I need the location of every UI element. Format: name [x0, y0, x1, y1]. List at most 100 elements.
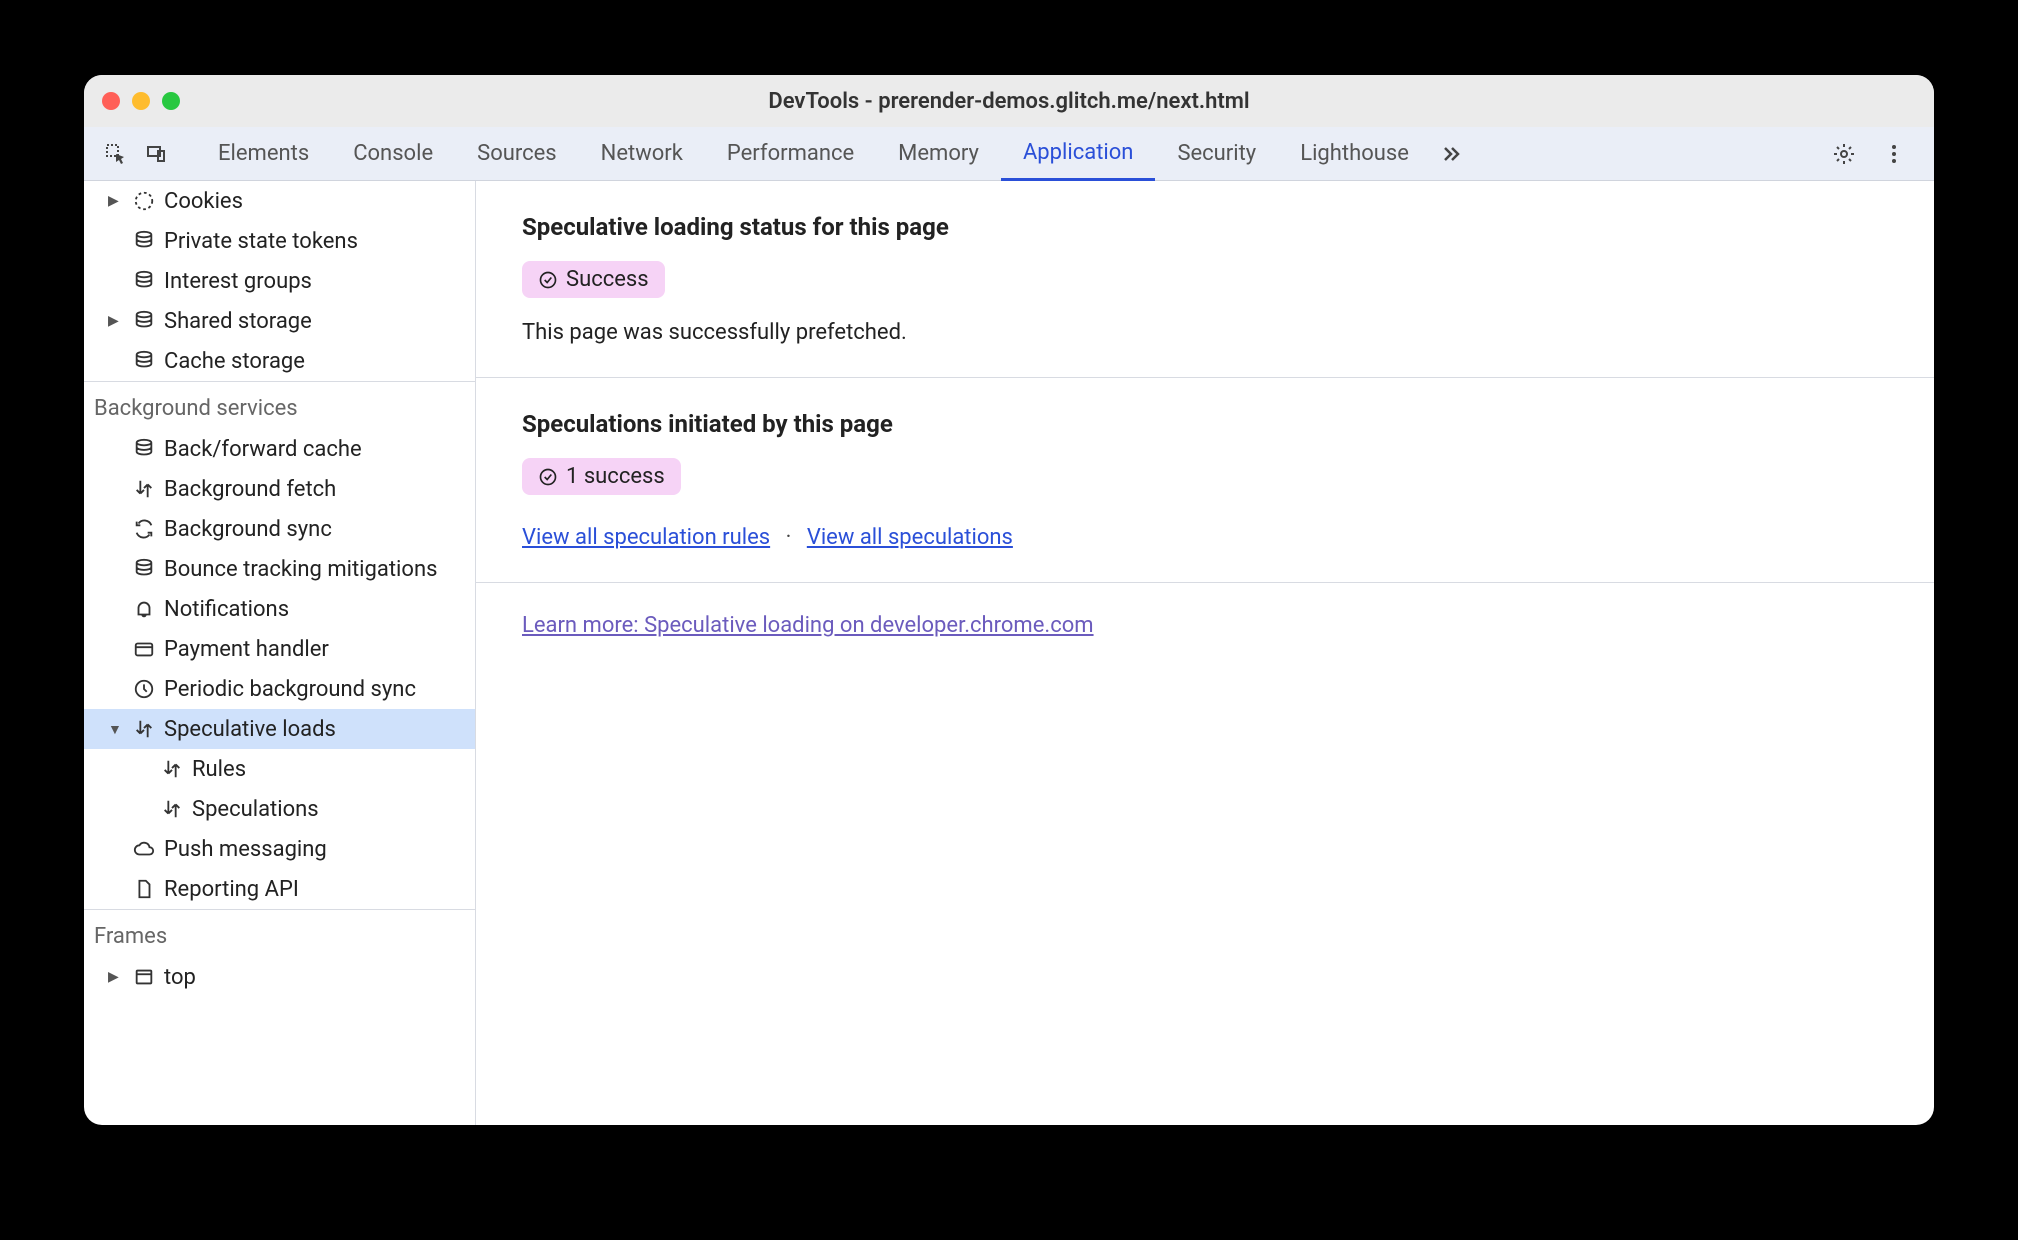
arrows-icon: [160, 797, 184, 821]
window-title: DevTools - prerender-demos.glitch.me/nex…: [84, 89, 1934, 114]
learn-more-panel: Learn more: Speculative loading on devel…: [476, 583, 1934, 668]
status-badge-text: Success: [566, 267, 649, 292]
sidebar-item-push-messaging[interactable]: Push messaging: [84, 829, 475, 869]
settings-button[interactable]: [1824, 134, 1864, 174]
sidebar-item-label: Reporting API: [164, 877, 299, 902]
tab-application[interactable]: Application: [1001, 127, 1155, 181]
view-speculations-link[interactable]: View all speculations: [807, 525, 1013, 550]
db-icon: [132, 309, 156, 333]
arrows-icon: [160, 757, 184, 781]
tab-performance[interactable]: Performance: [705, 127, 876, 181]
tabs-overflow-button[interactable]: [1431, 134, 1471, 174]
bg-services-section-label: Background services: [84, 382, 475, 429]
sidebar-item-label: Shared storage: [164, 309, 312, 334]
chevron-right-icon[interactable]: ▶: [108, 313, 124, 329]
status-panel: Speculative loading status for this page…: [476, 181, 1934, 378]
sidebar-item-interest-groups[interactable]: Interest groups: [84, 261, 475, 301]
status-description: This page was successfully prefetched.: [522, 320, 1888, 345]
clock-icon: [132, 677, 156, 701]
device-toolbar-button[interactable]: [136, 134, 176, 174]
sidebar-item-bounce-tracking-mitigations[interactable]: Bounce tracking mitigations: [84, 549, 475, 589]
application-sidebar: ▶ Cookies Private state tokens Interest gro…: [84, 181, 476, 1125]
view-rules-link[interactable]: View all speculation rules: [522, 525, 770, 550]
tab-security[interactable]: Security: [1155, 127, 1278, 181]
sidebar-item-label: Payment handler: [164, 637, 329, 662]
sidebar-item-speculative-loads[interactable]: ▼ Speculative loads: [84, 709, 475, 749]
frames-section-label: Frames: [84, 910, 475, 957]
minimize-window-button[interactable]: [132, 92, 150, 110]
arrows-icon: [132, 477, 156, 501]
sidebar-item-label: Speculations: [192, 797, 319, 822]
card-icon: [132, 637, 156, 661]
sidebar-item-label: Cookies: [164, 189, 243, 214]
speculations-heading: Speculations initiated by this page: [522, 410, 1888, 438]
frame-icon: [132, 965, 156, 989]
tab-console[interactable]: Console: [331, 127, 455, 181]
sidebar-item-label: Push messaging: [164, 837, 327, 862]
main-tabbar: ElementsConsoleSourcesNetworkPerformance…: [84, 127, 1934, 181]
cloud-icon: [132, 837, 156, 861]
check-icon: [538, 270, 558, 290]
sidebar-item-label: Interest groups: [164, 269, 312, 294]
sidebar-item-top[interactable]: ▶ top: [84, 957, 475, 997]
main-content: Speculative loading status for this page…: [476, 181, 1934, 1125]
sidebar-item-label: Background fetch: [164, 477, 336, 502]
doc-icon: [132, 877, 156, 901]
more-menu-button[interactable]: [1874, 134, 1914, 174]
sidebar-item-label: Speculative loads: [164, 717, 336, 742]
status-badge: Success: [522, 261, 665, 298]
tab-lighthouse[interactable]: Lighthouse: [1278, 127, 1431, 181]
db-icon: [132, 437, 156, 461]
link-separator: ·: [786, 525, 792, 550]
sidebar-item-background-sync[interactable]: Background sync: [84, 509, 475, 549]
db-icon: [132, 229, 156, 253]
sidebar-item-back-forward-cache[interactable]: Back/forward cache: [84, 429, 475, 469]
sidebar-item-label: Private state tokens: [164, 229, 358, 254]
learn-more-link[interactable]: Learn more: Speculative loading on devel…: [522, 613, 1094, 638]
sidebar-item-label: Notifications: [164, 597, 289, 622]
bell-icon: [132, 597, 156, 621]
tab-network[interactable]: Network: [579, 127, 705, 181]
sidebar-item-rules[interactable]: Rules: [84, 749, 475, 789]
sidebar-item-label: Cache storage: [164, 349, 305, 374]
sidebar-item-label: Background sync: [164, 517, 332, 542]
sidebar-item-reporting-api[interactable]: Reporting API: [84, 869, 475, 909]
sidebar-item-notifications[interactable]: Notifications: [84, 589, 475, 629]
db-icon: [132, 269, 156, 293]
sidebar-item-label: Periodic background sync: [164, 677, 416, 702]
sidebar-item-cache-storage[interactable]: Cache storage: [84, 341, 475, 381]
sidebar-item-speculations[interactable]: Speculations: [84, 789, 475, 829]
db-icon: [132, 557, 156, 581]
sidebar-item-background-fetch[interactable]: Background fetch: [84, 469, 475, 509]
sidebar-item-label: Bounce tracking mitigations: [164, 557, 437, 582]
arrows-icon: [132, 717, 156, 741]
tab-memory[interactable]: Memory: [876, 127, 1001, 181]
chevron-down-icon[interactable]: ▼: [108, 721, 124, 738]
inspect-element-button[interactable]: [96, 134, 136, 174]
check-icon: [538, 467, 558, 487]
sidebar-item-cookies[interactable]: ▶ Cookies: [84, 181, 475, 221]
sidebar-item-payment-handler[interactable]: Payment handler: [84, 629, 475, 669]
sidebar-item-label: top: [164, 965, 196, 990]
sidebar-item-label: Rules: [192, 757, 246, 782]
sidebar-item-private-state-tokens[interactable]: Private state tokens: [84, 221, 475, 261]
status-heading: Speculative loading status for this page: [522, 213, 1888, 241]
speculations-panel: Speculations initiated by this page 1 su…: [476, 378, 1934, 583]
speculations-badge-text: 1 success: [566, 464, 665, 489]
cookie-icon: [132, 189, 156, 213]
chevron-right-icon[interactable]: ▶: [108, 969, 124, 985]
sidebar-item-periodic-background-sync[interactable]: Periodic background sync: [84, 669, 475, 709]
titlebar: DevTools - prerender-demos.glitch.me/nex…: [84, 75, 1934, 127]
traffic-lights: [102, 92, 180, 110]
devtools-window: DevTools - prerender-demos.glitch.me/nex…: [84, 75, 1934, 1125]
sidebar-item-shared-storage[interactable]: ▶ Shared storage: [84, 301, 475, 341]
chevron-right-icon[interactable]: ▶: [108, 193, 124, 209]
db-icon: [132, 349, 156, 373]
speculations-badge: 1 success: [522, 458, 681, 495]
tab-sources[interactable]: Sources: [455, 127, 579, 181]
tab-elements[interactable]: Elements: [196, 127, 331, 181]
sync-icon: [132, 517, 156, 541]
sidebar-item-label: Back/forward cache: [164, 437, 362, 462]
zoom-window-button[interactable]: [162, 92, 180, 110]
close-window-button[interactable]: [102, 92, 120, 110]
